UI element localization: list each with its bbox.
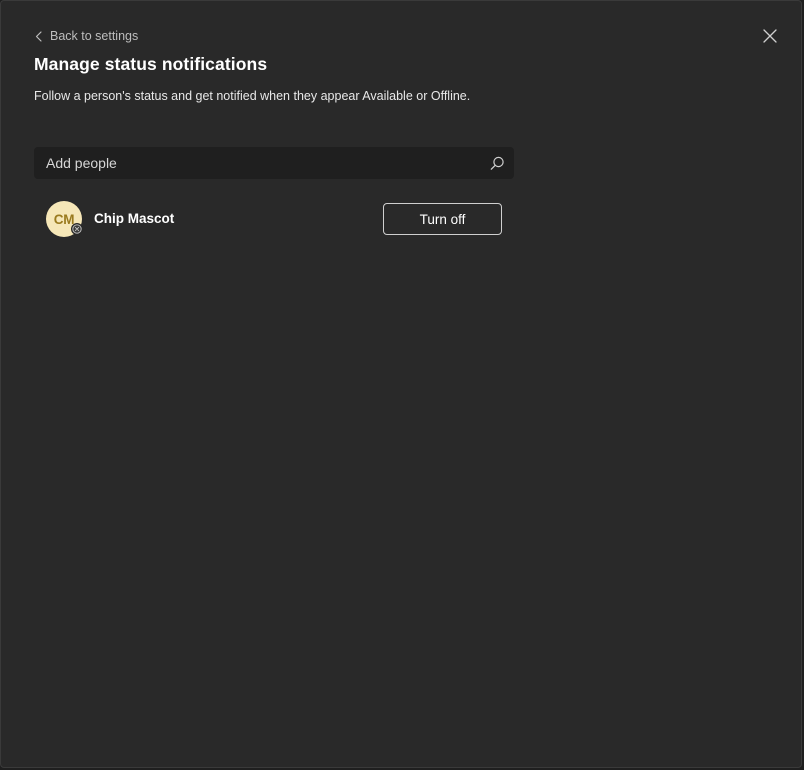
back-to-settings-link[interactable]: Back to settings — [33, 27, 138, 45]
chevron-left-icon — [33, 29, 43, 43]
list-item-person: CM Chip Mascot Turn off — [34, 197, 514, 241]
person-name: Chip Mascot — [94, 211, 175, 226]
back-to-settings-label: Back to settings — [50, 29, 139, 43]
presence-offline-icon — [71, 223, 83, 235]
close-icon — [763, 28, 777, 48]
status-notifications-dialog: Back to settings Manage status notificat… — [0, 0, 802, 768]
add-people-input[interactable] — [34, 147, 474, 179]
add-people-search-box — [34, 147, 514, 179]
page-title: Manage status notifications — [34, 54, 268, 74]
turn-off-button[interactable]: Turn off — [383, 203, 502, 235]
page-subtitle: Follow a person's status and get notifie… — [34, 89, 471, 103]
search-icon[interactable] — [489, 155, 505, 171]
close-button[interactable] — [760, 28, 780, 48]
